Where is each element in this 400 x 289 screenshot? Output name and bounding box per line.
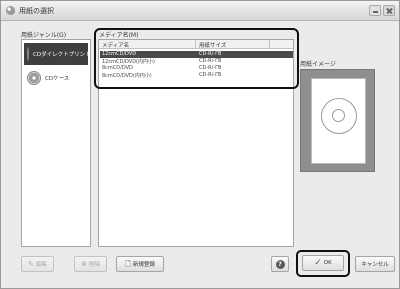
genre-item-cd-print[interactable]: CDダイレクトプリント <box>24 43 91 65</box>
preview-paper <box>311 78 366 164</box>
paper-preview <box>300 69 375 172</box>
paper-select-dialog: 用紙の選択 用紙ジャンル(G) CDダイレクトプリント CDケース メディア名(… <box>0 0 400 289</box>
edit-button[interactable]: ✎ 編集 <box>21 256 54 272</box>
preview-label: 用紙イメージ <box>300 61 336 68</box>
app-disc-icon <box>6 6 15 15</box>
disc-hole <box>332 109 345 122</box>
help-icon: ? <box>275 259 285 269</box>
genre-label: 用紙ジャンル(G) <box>21 32 67 39</box>
edit-button-label: 編集 <box>35 262 47 268</box>
cd-case-icon <box>27 71 41 85</box>
minimize-button[interactable] <box>369 5 381 16</box>
genre-item-cd-case[interactable]: CDケース <box>24 67 88 89</box>
delete-button[interactable]: ⊗ 削除 <box>74 256 107 272</box>
close-button[interactable] <box>383 5 395 16</box>
window-controls <box>369 5 395 16</box>
cd-print-icon <box>27 47 29 61</box>
ok-button-callout <box>296 250 350 277</box>
genre-item-label: CDダイレクトプリント <box>33 52 91 58</box>
cancel-button[interactable]: キャンセル <box>355 256 395 272</box>
title-bar: 用紙の選択 <box>1 1 399 21</box>
new-document-icon: 🗋 <box>125 259 131 268</box>
pencil-icon: ✎ <box>28 259 34 268</box>
disc-icon <box>321 98 357 134</box>
new-entry-button[interactable]: 🗋 新規登録 <box>116 256 164 272</box>
delete-icon: ⊗ <box>81 259 87 268</box>
media-list-callout <box>94 28 299 89</box>
new-entry-button-label: 新規登録 <box>132 262 155 268</box>
help-button[interactable]: ? <box>271 256 289 272</box>
delete-button-label: 削除 <box>88 262 100 268</box>
cancel-button-label: キャンセル <box>361 262 389 268</box>
genre-item-label: CDケース <box>45 76 70 82</box>
genre-list[interactable]: CDダイレクトプリント CDケース <box>21 39 91 247</box>
window-title: 用紙の選択 <box>19 7 54 15</box>
